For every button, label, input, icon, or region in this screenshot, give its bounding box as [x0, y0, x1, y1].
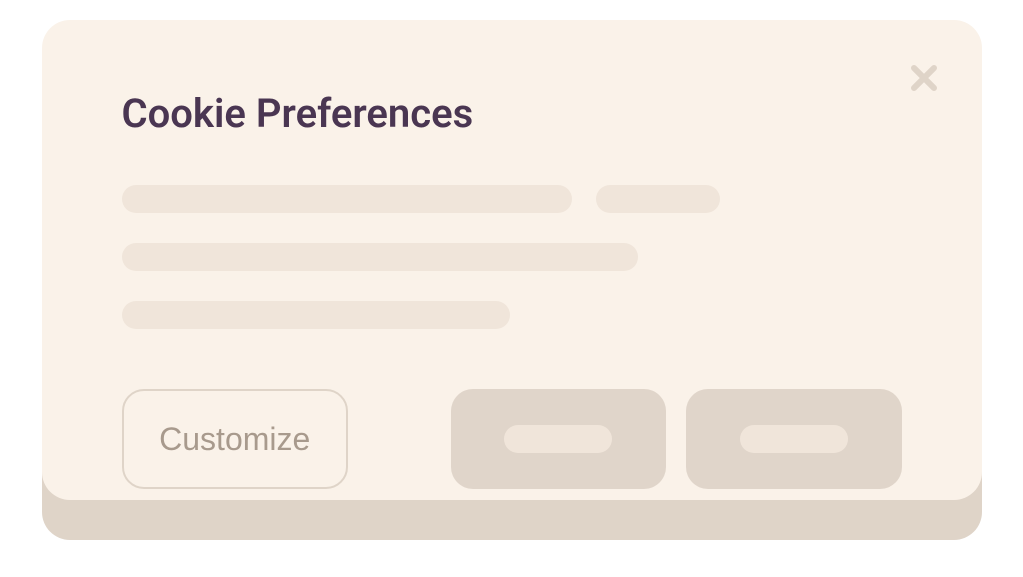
- skeleton-line: [122, 243, 638, 271]
- close-icon: [908, 62, 940, 94]
- skeleton-row: [122, 185, 902, 213]
- description-placeholder: [122, 185, 902, 329]
- button-label-placeholder: [740, 425, 848, 453]
- skeleton-line: [122, 185, 572, 213]
- skeleton-line: [596, 185, 720, 213]
- button-label-placeholder: [504, 425, 612, 453]
- button-row: Customize: [122, 389, 902, 489]
- modal-title: Cookie Preferences: [122, 90, 902, 137]
- skeleton-row: [122, 243, 902, 271]
- customize-button[interactable]: Customize: [122, 389, 348, 489]
- cookie-preferences-modal-container: Cookie Preferences Customize: [42, 20, 982, 500]
- button-spacer: [368, 389, 431, 489]
- skeleton-line: [122, 301, 510, 329]
- skeleton-row: [122, 301, 902, 329]
- action-button-1[interactable]: [451, 389, 667, 489]
- close-button[interactable]: [904, 58, 944, 98]
- cookie-preferences-modal: Cookie Preferences Customize: [42, 20, 982, 500]
- customize-button-label: Customize: [159, 421, 310, 458]
- action-button-2[interactable]: [686, 389, 902, 489]
